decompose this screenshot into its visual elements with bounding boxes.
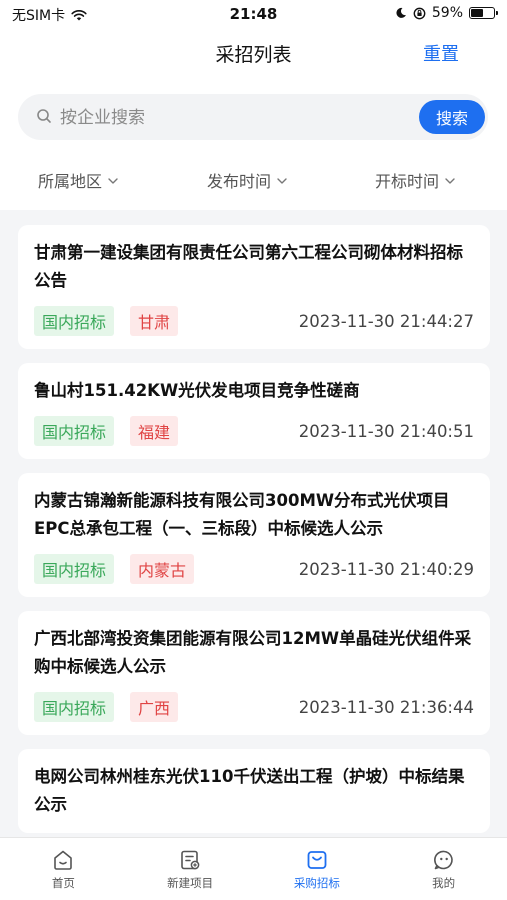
- orientation-lock-icon: [413, 7, 426, 19]
- tender-meta: 国内招标 甘肃 2023-11-30 21:44:27: [34, 306, 474, 336]
- filter-open-time[interactable]: 开标时间: [375, 168, 457, 192]
- tab-home-label: 首页: [51, 876, 75, 890]
- tender-card[interactable]: 电网公司林州桂东光伏110千伏送出工程（护坡）中标结果公示: [18, 749, 490, 833]
- filter-open-time-label: 开标时间: [375, 172, 440, 191]
- tender-card[interactable]: 鲁山村151.42KW光伏发电项目竞争性磋商 国内招标 福建 2023-11-3…: [18, 363, 490, 459]
- tender-card[interactable]: 内蒙古锦瀚新能源科技有限公司300MW分布式光伏项目EPC总承包工程（一、三标段…: [18, 473, 490, 597]
- tender-region-tag: 内蒙古: [130, 554, 195, 584]
- tender-title: 鲁山村151.42KW光伏发电项目竞争性磋商: [34, 381, 360, 400]
- profile-icon: [433, 850, 453, 870]
- procurement-icon: [307, 851, 327, 869]
- tab-profile-label: 我的: [432, 876, 456, 890]
- moon-icon: [396, 7, 406, 18]
- filter-bar: 所属地区 发布时间 开标时间: [0, 168, 507, 192]
- tab-profile[interactable]: 我的: [380, 838, 507, 900]
- search-panel: 搜索 所属地区 发布时间 开标时间: [0, 78, 507, 210]
- tab-bar: 首页 新建项目 采购招标 我的: [0, 837, 507, 900]
- tab-home[interactable]: 首页: [0, 838, 127, 900]
- tender-region-tag: 甘肃: [130, 306, 179, 336]
- tab-procurement[interactable]: 采购招标: [254, 838, 381, 900]
- new-project-icon: [181, 850, 200, 870]
- tender-region-tag: 福建: [130, 416, 179, 446]
- tender-meta: 国内招标 广西 2023-11-30 21:36:44: [34, 692, 474, 722]
- tender-time: 2023-11-30 21:40:29: [298, 559, 474, 579]
- tender-list: 甘肃第一建设集团有限责任公司第六工程公司砌体材料招标公告 国内招标 甘肃 202…: [18, 225, 490, 847]
- search-button[interactable]: 搜索: [419, 100, 485, 134]
- battery-percent: 59%: [431, 5, 463, 21]
- tender-meta: 国内招标 福建 2023-11-30 21:40:51: [34, 416, 474, 446]
- home-icon: [54, 850, 73, 870]
- tender-title: 广西北部湾投资集团能源有限公司12MW单晶硅光伏组件采购中标候选人公示: [34, 629, 472, 676]
- tender-card[interactable]: 广西北部湾投资集团能源有限公司12MW单晶硅光伏组件采购中标候选人公示 国内招标…: [18, 611, 490, 735]
- battery-icon: [469, 7, 498, 19]
- filter-publish-time-label: 发布时间: [207, 172, 272, 191]
- filter-publish-time[interactable]: 发布时间: [207, 168, 289, 192]
- tender-time: 2023-11-30 21:44:27: [298, 311, 474, 331]
- tab-new-project-label: 新建项目: [167, 876, 214, 890]
- search-bar: 搜索: [18, 94, 488, 140]
- tender-time: 2023-11-30 21:36:44: [298, 697, 474, 717]
- tender-title: 电网公司林州桂东光伏110千伏送出工程（护坡）中标结果公示: [34, 767, 465, 814]
- chevron-down-icon: [277, 177, 287, 184]
- tender-title: 甘肃第一建设集团有限责任公司第六工程公司砌体材料招标公告: [34, 243, 463, 290]
- search-input[interactable]: [58, 102, 392, 134]
- tender-title: 内蒙古锦瀚新能源科技有限公司300MW分布式光伏项目EPC总承包工程（一、三标段…: [34, 491, 450, 538]
- status-right: 59%: [395, 5, 498, 21]
- chevron-down-icon: [445, 177, 455, 184]
- nav-bar: 采招列表 重置: [0, 30, 507, 78]
- chevron-down-icon: [108, 177, 118, 184]
- tender-region-tag: 广西: [130, 692, 179, 722]
- tender-type-tag: 国内招标: [34, 554, 115, 584]
- tender-meta: 国内招标 内蒙古 2023-11-30 21:40:29: [34, 554, 474, 584]
- tender-time: 2023-11-30 21:40:51: [298, 421, 474, 441]
- status-bar: 无SIM卡 21:48 59%: [0, 0, 507, 30]
- tender-type-tag: 国内招标: [34, 692, 115, 722]
- tender-type-tag: 国内招标: [34, 416, 115, 446]
- search-icon: [37, 109, 51, 123]
- tab-new-project[interactable]: 新建项目: [127, 838, 254, 900]
- tender-card[interactable]: 甘肃第一建设集团有限责任公司第六工程公司砌体材料招标公告 国内招标 甘肃 202…: [18, 225, 490, 349]
- tab-procurement-label: 采购招标: [293, 876, 340, 890]
- reset-button[interactable]: 重置: [423, 40, 459, 66]
- filter-region[interactable]: 所属地区: [38, 168, 120, 192]
- filter-region-label: 所属地区: [38, 172, 103, 191]
- tender-type-tag: 国内招标: [34, 306, 115, 336]
